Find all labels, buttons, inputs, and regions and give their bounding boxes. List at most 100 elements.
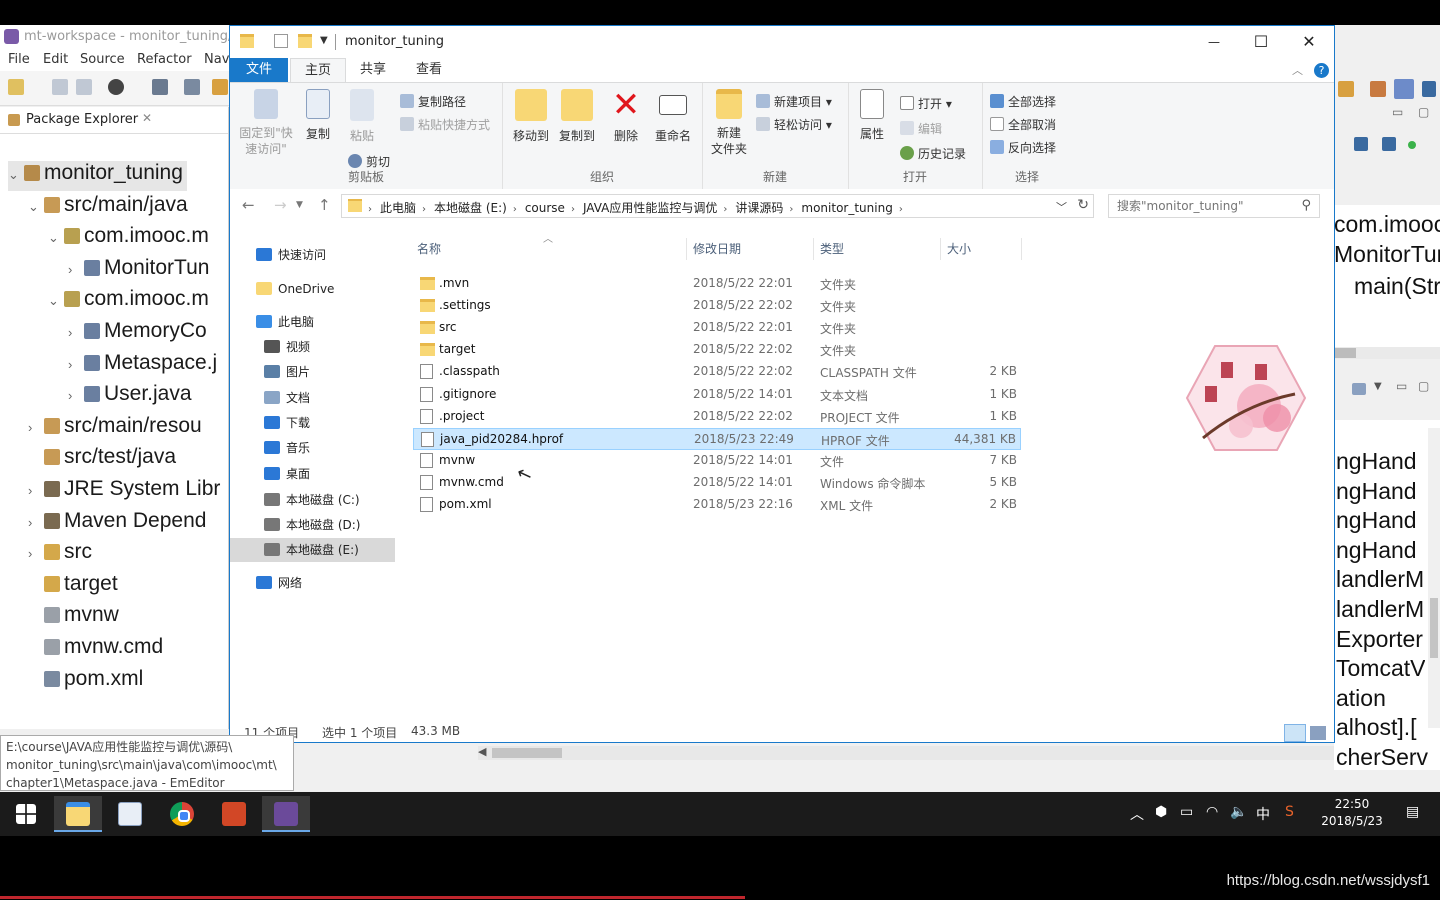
perspective-java-icon[interactable]	[1370, 81, 1386, 97]
breadcrumb-item[interactable]: 本地磁盘 (E:)	[434, 201, 507, 215]
nav-item[interactable]: 视频	[230, 335, 395, 359]
menu-refactor[interactable]: Refactor	[137, 52, 192, 67]
console-line[interactable]: TomcatV	[1336, 655, 1425, 682]
new-item-button[interactable]: 新建项目 ▾	[756, 93, 832, 110]
file-row[interactable]: .project 2018/5/22 22:02 PROJECT 文件 1 KB	[413, 406, 1021, 428]
breadcrumb-separator-icon[interactable]: ›	[789, 204, 793, 215]
tree-item[interactable]: src/test/java	[28, 445, 176, 475]
search-box[interactable]: ⚲	[1108, 194, 1320, 218]
console-scrollbar[interactable]	[1428, 428, 1440, 728]
file-row[interactable]: .settings 2018/5/22 22:02 文件夹	[413, 295, 1021, 317]
tree-item[interactable]: › MonitorTun	[68, 256, 209, 286]
maximize-console-icon[interactable]: ▢	[1418, 379, 1429, 393]
open-button[interactable]: 打开 ▾	[900, 95, 952, 112]
tab-file[interactable]: 文件	[230, 58, 288, 82]
tree-item[interactable]: target	[28, 572, 118, 602]
taskbar-eclipse-app[interactable]	[262, 796, 310, 832]
properties-qa-icon[interactable]	[274, 34, 288, 48]
tree-item[interactable]: › src/main/resou	[28, 414, 202, 444]
menu-source[interactable]: Source	[80, 52, 125, 67]
outline-line-2[interactable]: MonitorTur	[1334, 241, 1440, 268]
tab-share[interactable]: 共享	[346, 58, 400, 82]
tree-item[interactable]: mvnw.cmd	[28, 635, 163, 665]
move-to-button[interactable]: 移动到	[508, 89, 554, 144]
tree-item[interactable]: pom.xml	[28, 667, 143, 697]
address-dropdown-icon[interactable]: ﹀	[1056, 199, 1067, 215]
breadcrumb-separator-icon[interactable]: ›	[368, 204, 372, 215]
minimize-button[interactable]: —	[1191, 30, 1237, 54]
file-row[interactable]: pom.xml 2018/5/23 22:16 XML 文件 2 KB	[413, 494, 1021, 516]
collapse-arrow-icon[interactable]: ›	[28, 546, 42, 561]
copy-to-button[interactable]: 复制到	[554, 89, 600, 144]
nav-item[interactable]: 网络	[230, 571, 395, 595]
file-row[interactable]: .classpath 2018/5/22 22:02 CLASSPATH 文件 2 K…	[413, 361, 1021, 383]
start-button[interactable]	[2, 796, 50, 832]
minimize-view-icon[interactable]: ▭	[1392, 105, 1403, 119]
taskbar-chrome-app[interactable]	[158, 796, 206, 832]
console-hscroll-track[interactable]	[478, 746, 1334, 760]
taskbar-explorer-app[interactable]	[54, 796, 102, 832]
breadcrumb-separator-icon[interactable]: ›	[723, 204, 727, 215]
up-button[interactable]: ↑	[318, 196, 331, 214]
debug-icon[interactable]	[108, 79, 124, 95]
console-line[interactable]: ation	[1336, 685, 1386, 712]
edit-button[interactable]: 编辑	[900, 120, 942, 137]
taskbar-powerpoint-app[interactable]	[210, 796, 258, 832]
tree-item[interactable]: › MemoryCo	[68, 319, 207, 349]
delete-button[interactable]: ✕ 删除	[606, 88, 646, 144]
console-line[interactable]: ngHand	[1336, 537, 1417, 564]
search-icon[interactable]: ⚲	[1301, 198, 1311, 213]
collapse-arrow-icon[interactable]: ›	[68, 325, 82, 340]
menu-navigate[interactable]: Nav	[204, 52, 229, 67]
taskbar-notepad-app[interactable]	[106, 796, 154, 832]
console-line[interactable]: ngHand	[1336, 478, 1417, 505]
column-separator[interactable]	[813, 238, 814, 260]
console-line[interactable]: Exporter	[1336, 626, 1423, 653]
tree-item[interactable]: ⌄ com.imooc.m	[48, 224, 209, 254]
perspective-other-icon[interactable]	[1422, 81, 1436, 97]
refresh-icon[interactable]: ↻	[1077, 197, 1089, 213]
easy-access-button[interactable]: 轻松访问 ▾	[756, 116, 832, 133]
copy-path-button[interactable]: 复制路径	[400, 93, 466, 110]
column-separator[interactable]	[940, 238, 941, 260]
breadcrumb-item[interactable]: course	[525, 201, 565, 215]
console-line[interactable]: ngHand	[1336, 448, 1417, 475]
ime-indicator[interactable]: 中	[1256, 804, 1270, 824]
horizontal-scrollbar[interactable]	[1334, 347, 1440, 359]
outline-line-1[interactable]: com.imooc	[1334, 211, 1440, 238]
dropdown-icon[interactable]: ▼	[1374, 381, 1382, 392]
collapse-arrow-icon[interactable]: ›	[28, 420, 42, 435]
skip-icon[interactable]	[1382, 137, 1396, 151]
select-none-button[interactable]: 全部取消	[990, 116, 1056, 133]
file-row[interactable]: .mvn 2018/5/22 22:01 文件夹	[413, 273, 1021, 295]
tree-item[interactable]: › Maven Depend	[28, 509, 206, 539]
pin-quick-access-button[interactable]: 固定到"快 速访问"	[234, 89, 298, 157]
column-header-date[interactable]: 修改日期	[693, 240, 741, 257]
tree-item[interactable]: ⌄ com.imooc.m	[48, 287, 209, 317]
save-icon[interactable]	[52, 79, 68, 95]
show-hidden-icons[interactable]: ︿	[1130, 804, 1144, 824]
nav-item[interactable]: 文档	[230, 386, 395, 410]
expand-arrow-icon[interactable]: ⌄	[28, 199, 42, 215]
history-button[interactable]: 历史记录	[900, 145, 966, 162]
nav-item[interactable]: 图片	[230, 360, 395, 384]
nav-item[interactable]: 下载	[230, 411, 395, 435]
tab-home[interactable]: 主页	[290, 58, 347, 83]
expand-arrow-icon[interactable]: ⌄	[48, 230, 62, 246]
collapse-arrow-icon[interactable]: ›	[68, 262, 82, 277]
address-bar[interactable]: › 此电脑 › 本地磁盘 (E:) › course › JAVA应用性能监控与调优 › 讲课源码…	[341, 194, 1094, 218]
file-row[interactable]: target 2018/5/22 22:02 文件夹	[413, 339, 1021, 361]
maximize-button[interactable]: ☐	[1238, 30, 1284, 54]
collapse-arrow-icon[interactable]: ›	[68, 357, 82, 372]
console-line[interactable]: landlerM	[1336, 566, 1424, 593]
file-row[interactable]: .gitignore 2018/5/22 14:01 文本文档 1 KB	[413, 384, 1021, 406]
nav-item[interactable]: 此电脑	[230, 310, 395, 334]
column-separator[interactable]	[1021, 238, 1022, 260]
minimize-console-icon[interactable]: ▭	[1396, 379, 1407, 393]
breadcrumb-separator-icon[interactable]: ›	[513, 204, 517, 215]
file-row[interactable]: src 2018/5/22 22:01 文件夹	[413, 317, 1021, 339]
console-icon[interactable]	[152, 79, 168, 95]
breadcrumb-separator-icon[interactable]: ›	[571, 204, 575, 215]
battery-icon[interactable]: ▭	[1180, 804, 1193, 820]
properties-button[interactable]: 属性	[854, 89, 890, 142]
